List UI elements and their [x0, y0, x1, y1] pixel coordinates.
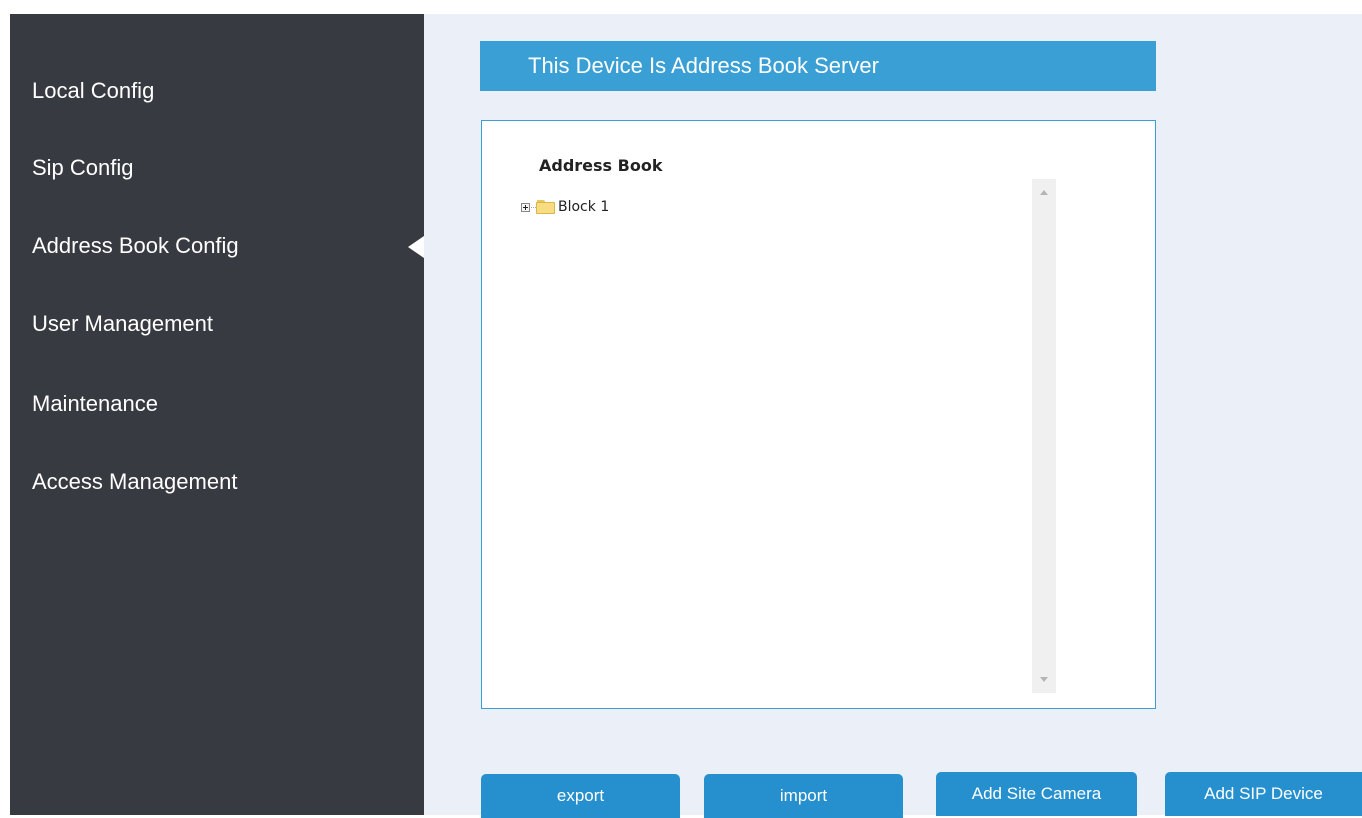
page-title-bar: This Device Is Address Book Server	[480, 41, 1156, 91]
sidebar-item-user-management[interactable]: User Management	[32, 311, 213, 337]
folder-icon	[536, 200, 555, 214]
tree-node-label[interactable]: Block 1	[558, 199, 609, 215]
sidebar-item-maintenance[interactable]: Maintenance	[32, 391, 158, 417]
tree-node-block-1[interactable]: Block 1	[521, 197, 609, 217]
top-strip	[0, 0, 1362, 14]
sidebar-item-address-book-config[interactable]: Address Book Config	[32, 233, 239, 259]
expand-plus-icon[interactable]	[521, 202, 530, 212]
sidebar-item-sip-config[interactable]: Sip Config	[32, 155, 134, 181]
add-sip-device-button[interactable]: Add SIP Device	[1165, 772, 1362, 816]
sidebar-item-access-management[interactable]: Access Management	[32, 469, 237, 495]
address-book-panel: Address Book Block 1	[481, 120, 1156, 709]
scroll-up-arrow-icon[interactable]	[1040, 190, 1048, 195]
active-item-pointer	[408, 236, 424, 258]
import-button[interactable]: import	[704, 774, 903, 818]
address-book-heading: Address Book	[539, 156, 663, 175]
export-button[interactable]: export	[481, 774, 680, 818]
tree-scrollbar[interactable]	[1032, 179, 1056, 693]
main-content: This Device Is Address Book Server Addre…	[424, 14, 1362, 818]
page-title: This Device Is Address Book Server	[528, 53, 879, 78]
sidebar: Local Config Sip Config Address Book Con…	[10, 14, 424, 815]
sidebar-item-local-config[interactable]: Local Config	[32, 78, 154, 104]
scroll-down-arrow-icon[interactable]	[1040, 677, 1048, 682]
add-site-camera-button[interactable]: Add Site Camera	[936, 772, 1137, 816]
